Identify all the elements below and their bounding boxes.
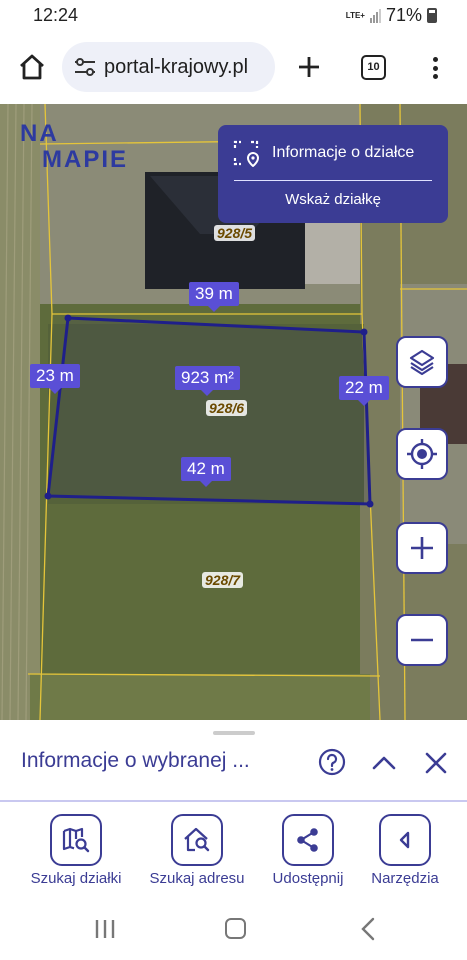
search-parcel-button[interactable]: Szukaj działki — [21, 814, 131, 887]
network-type: LTE+ — [345, 10, 365, 20]
signal-icon — [369, 8, 381, 23]
url-text: portal-krajowy.pl — [104, 55, 249, 78]
chevron-up-icon[interactable] — [370, 751, 398, 775]
status-bar: 12:24 LTE+ 71% — [0, 0, 467, 32]
map-search-icon — [62, 827, 90, 853]
address-bar[interactable]: portal-krajowy.pl — [62, 42, 275, 92]
share-button[interactable]: Udostępnij — [263, 814, 353, 887]
tool-icon-box — [379, 814, 431, 866]
parcel-info-title: Informacje o działce — [272, 144, 415, 161]
home-button-icon[interactable] — [225, 918, 246, 939]
tool-label: Udostępnij — [272, 870, 344, 887]
measurement-right: 22 m — [339, 376, 389, 406]
system-nav-bar — [0, 902, 467, 960]
tab-switcher-button[interactable]: 10 — [361, 55, 386, 80]
tool-icon-box — [50, 814, 102, 866]
zoom-out-button[interactable] — [396, 614, 448, 666]
parcel-info-panel: Informacje o działce Wskaż działkę — [218, 125, 448, 223]
help-icon[interactable] — [318, 748, 346, 776]
parcel-number-label: 928/6 — [206, 400, 248, 416]
select-parcel-button[interactable]: Wskaż działkę — [218, 191, 448, 208]
logo-line-1: NA — [20, 120, 59, 147]
parcel-number-label: 928/7 — [202, 572, 244, 588]
home-icon[interactable] — [17, 52, 47, 82]
new-tab-icon[interactable] — [296, 54, 322, 80]
tool-label: Szukaj działki — [30, 870, 122, 887]
close-icon[interactable] — [423, 750, 449, 776]
tool-icon-box — [171, 814, 223, 866]
parcel-select-icon — [233, 140, 260, 167]
gps-locate-icon — [407, 439, 437, 469]
tool-label: Narzędzia — [371, 870, 439, 887]
parcel-info-button[interactable]: Informacje o działce — [232, 139, 414, 167]
measurement-top: 39 m — [189, 282, 239, 312]
recent-apps-icon[interactable] — [94, 918, 116, 940]
zoom-in-button[interactable] — [396, 522, 448, 574]
tool-label: Szukaj adresu — [149, 870, 245, 887]
share-icon — [297, 828, 318, 852]
sheet-drag-handle[interactable] — [213, 731, 255, 735]
tools-icon — [399, 831, 410, 849]
status-time: 12:24 — [33, 5, 79, 25]
panel-divider — [234, 180, 432, 181]
measurement-area: 923 m² — [175, 366, 240, 396]
measurement-bottom: 42 m — [181, 457, 231, 487]
na-mapie-logo: NA MAPIE — [20, 120, 140, 174]
status-indicators: LTE+ 71% — [346, 5, 437, 26]
browser-menu-icon[interactable] — [425, 54, 445, 82]
layers-icon — [409, 349, 435, 376]
map-view[interactable]: NA MAPIE Informacje o działce Wskaż dzia… — [0, 104, 467, 720]
parcel-number-label: 928/5 — [214, 225, 256, 241]
plus-icon — [411, 537, 433, 559]
battery-level: 71% — [385, 5, 422, 25]
back-icon[interactable] — [358, 916, 378, 942]
browser-toolbar: portal-krajowy.pl 10 — [0, 32, 467, 104]
tools-button[interactable]: Narzędzia — [362, 814, 448, 887]
layers-button[interactable] — [396, 336, 448, 388]
tool-icon-box — [282, 814, 334, 866]
bottom-toolbar: Szukaj działki Szukaj adresu Udostępnij — [0, 802, 467, 902]
logo-line-2: MAPIE — [42, 146, 129, 173]
search-address-button[interactable]: Szukaj adresu — [141, 814, 253, 887]
bottom-sheet[interactable]: Informacje o wybranej ... — [0, 720, 467, 802]
sheet-title[interactable]: Informacje o wybranej ... — [21, 749, 250, 773]
home-search-icon — [184, 827, 210, 852]
battery-icon — [427, 8, 437, 23]
minus-icon — [411, 638, 433, 642]
site-settings-icon[interactable] — [72, 54, 98, 80]
measurement-left: 23 m — [30, 364, 80, 394]
locate-me-button[interactable] — [396, 428, 448, 480]
